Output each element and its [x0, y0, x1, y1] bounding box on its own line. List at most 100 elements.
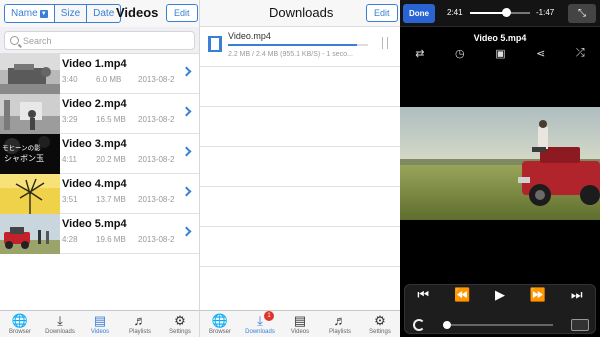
video-thumbnail: [0, 54, 60, 94]
tab-label: Settings: [369, 329, 391, 335]
tab-videos[interactable]: ▤ Videos: [80, 311, 120, 337]
timer-icon[interactable]: ◷: [455, 47, 465, 60]
download-progress-fill: [228, 44, 357, 46]
video-date: 2013-08-2: [138, 115, 175, 124]
page-title: Videos: [116, 5, 159, 20]
video-meta: 3:29 16.5 MB 2013-08-2: [62, 115, 199, 124]
video-duration: 4:28: [62, 235, 78, 244]
video-row[interactable]: Video 2.mp4 3:29 16.5 MB 2013-08-2: [0, 94, 199, 134]
search-icon: [10, 36, 19, 45]
tab-downloads[interactable]: ⤓ Downloads: [40, 311, 80, 337]
sort-by-size-label: Size: [60, 8, 81, 19]
empty-row: [200, 107, 400, 147]
video-meta: 3:40 6.0 MB 2013-08-2: [62, 75, 199, 84]
done-button[interactable]: Done: [403, 4, 435, 23]
volume-slider[interactable]: [443, 321, 553, 329]
tab-label: Downloads: [245, 329, 275, 335]
tab-settings[interactable]: ⚙ Settings: [160, 311, 199, 337]
video-thumbnail: [0, 174, 60, 214]
tab-videos[interactable]: ▤ Videos: [280, 311, 320, 337]
skip-to-start-icon[interactable]: ⏮: [417, 287, 429, 303]
aspect-ratio-icon[interactable]: ▣: [495, 47, 505, 60]
video-name: Video 5.mp4: [62, 218, 127, 230]
fast-forward-icon[interactable]: ⏩: [530, 287, 546, 303]
search-input[interactable]: Search: [4, 31, 195, 50]
video-row[interactable]: Video 5.mp4 4:28 19.6 MB 2013-08-2: [0, 214, 199, 254]
tab-downloads[interactable]: ⤓ 1 Downloads: [240, 311, 280, 337]
download-row[interactable]: Video.mp4 2.2 MB / 2.4 MB (955.1 KB/S) -…: [200, 27, 400, 67]
volume-knob[interactable]: [443, 321, 452, 329]
tab-label: Videos: [290, 329, 310, 335]
video-frame: [400, 107, 600, 220]
gear-icon: ⚙: [174, 313, 186, 328]
tab-label: Downloads: [45, 329, 75, 335]
empty-row: [200, 227, 400, 267]
player-top-bar: Done 2:41 -1:47 ⤡: [400, 0, 600, 27]
video-date: 2013-08-2: [138, 235, 175, 244]
tab-browser[interactable]: 🌐 Browser: [200, 311, 240, 337]
tab-playlists[interactable]: ♬ Playlists: [320, 311, 360, 337]
scrubber-knob[interactable]: [502, 8, 511, 17]
video-thumbnail: [0, 214, 60, 254]
search-bar: Search: [0, 27, 199, 54]
tab-label: Settings: [169, 329, 191, 335]
player-options-row: ⇄ ◷ ▣ ⋖ ⤮: [400, 47, 600, 60]
video-date: 2013-08-2: [138, 195, 175, 204]
rotate-icon[interactable]: [413, 319, 425, 331]
fullscreen-icon[interactable]: ⤡: [568, 4, 596, 23]
tab-playlists[interactable]: ♬ Playlists: [120, 311, 160, 337]
video-thumbnail: [0, 94, 60, 134]
sort-by-name-button[interactable]: Name ▼: [5, 5, 54, 22]
videos-header: Name ▼ Size Date Videos Edit: [0, 0, 199, 27]
video-meta: 3:51 13.7 MB 2013-08-2: [62, 195, 199, 204]
video-meta: 4:28 19.6 MB 2013-08-2: [62, 235, 199, 244]
empty-row: [200, 67, 400, 107]
video-thumbnail: モヒーンの影 シャボン玉: [0, 134, 60, 174]
rewind-icon[interactable]: ⏪: [454, 287, 470, 303]
skip-to-end-icon[interactable]: ⏭: [571, 287, 583, 303]
tab-bar: 🌐 Browser ⤓ 1 Downloads ▤ Videos ♬ Playlists …: [200, 310, 400, 337]
video-size: 16.5 MB: [96, 115, 126, 124]
download-tray-icon: ⤓: [257, 313, 263, 328]
video-date: 2013-08-2: [138, 155, 175, 164]
pause-icon[interactable]: [382, 37, 388, 49]
music-note-icon: ♬: [133, 313, 147, 328]
videos-screen: Name ▼ Size Date Videos Edit Search Vide…: [0, 0, 200, 337]
download-status: 2.2 MB / 2.4 MB (955.1 KB/S) - 1 seco...: [228, 51, 353, 58]
sort-direction-icon: ▼: [39, 9, 48, 18]
edit-button[interactable]: Edit: [166, 4, 198, 22]
search-placeholder: Search: [23, 35, 52, 46]
video-meta: 4:11 20.2 MB 2013-08-2: [62, 155, 199, 164]
sort-by-name-label: Name: [11, 8, 38, 19]
downloads-header: Downloads Edit: [200, 0, 400, 27]
video-row[interactable]: モヒーンの影 シャボン玉 Video 3.mp4 4:11 20.2 MB 2013…: [0, 134, 199, 174]
video-name: Video 2.mp4: [62, 98, 127, 110]
video-date: 2013-08-2: [138, 75, 175, 84]
edit-button[interactable]: Edit: [366, 4, 398, 22]
sort-by-date-label: Date: [93, 8, 115, 19]
download-progress-bar: [228, 44, 368, 46]
video-duration: 3:51: [62, 195, 78, 204]
tab-browser[interactable]: 🌐 Browser: [0, 311, 40, 337]
playback-scrubber[interactable]: [470, 8, 530, 17]
repeat-icon[interactable]: ⇄: [415, 47, 424, 60]
tab-label: Videos: [90, 329, 110, 335]
video-duration: 4:11: [62, 155, 77, 164]
video-row[interactable]: Video 1.mp4 3:40 6.0 MB 2013-08-2: [0, 54, 199, 94]
sort-by-size-button[interactable]: Size: [53, 5, 86, 22]
tab-settings[interactable]: ⚙ Settings: [360, 311, 400, 337]
video-size: 19.6 MB: [96, 235, 126, 244]
shuffle-icon[interactable]: ⤮: [576, 47, 585, 60]
tab-label: Playlists: [328, 329, 351, 335]
video-row[interactable]: Video 4.mp4 3:51 13.7 MB 2013-08-2: [0, 174, 199, 214]
play-icon[interactable]: ▶: [495, 287, 505, 303]
download-name: Video.mp4: [228, 31, 271, 41]
downloads-badge: 1: [264, 311, 274, 321]
share-icon[interactable]: ⋖: [536, 47, 545, 60]
video-name: Video 1.mp4: [62, 58, 127, 70]
tab-label: Browser: [208, 329, 231, 335]
airplay-icon[interactable]: [571, 319, 589, 331]
video-size: 13.7 MB: [96, 195, 126, 204]
downloads-screen: Downloads Edit Video.mp4 2.2 MB / 2.4 MB…: [200, 0, 400, 337]
gear-icon: ⚙: [374, 313, 386, 328]
